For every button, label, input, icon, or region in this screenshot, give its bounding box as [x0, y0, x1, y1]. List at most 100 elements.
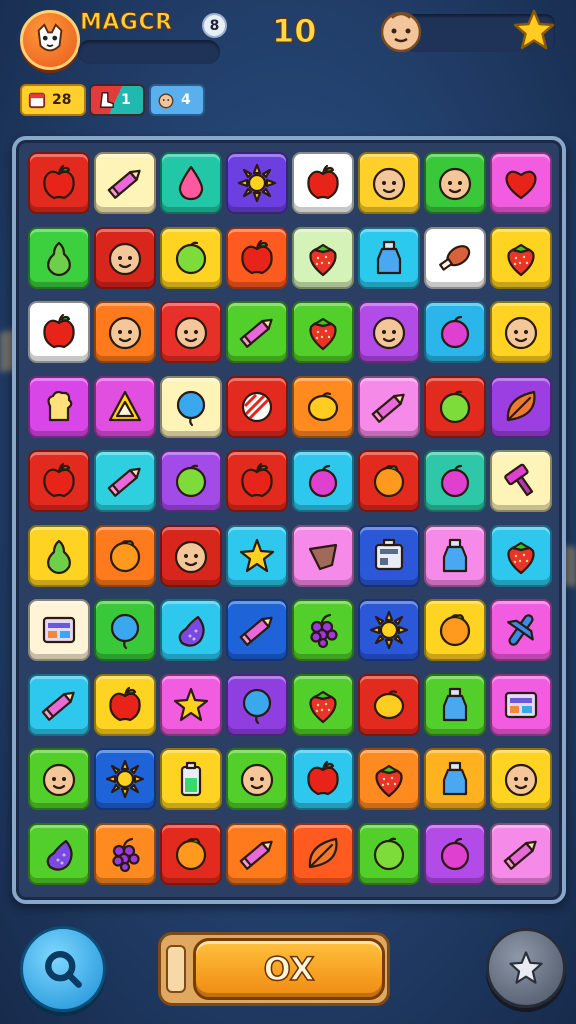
tile-r8-c6[interactable]	[358, 673, 420, 736]
tile-r3-c4[interactable]	[226, 301, 288, 363]
tile-r6-c5[interactable]	[292, 524, 354, 587]
tile-r9-c5[interactable]	[292, 748, 354, 810]
tile-r6-c4[interactable]	[226, 524, 288, 587]
tile-r7-c3[interactable]	[160, 599, 222, 661]
favorite-button[interactable]	[486, 928, 566, 1008]
tile-r10-c4[interactable]	[226, 822, 288, 885]
star-icon[interactable]	[512, 8, 556, 52]
tile-r2-c8[interactable]	[490, 226, 552, 289]
tile-r4-c6[interactable]	[358, 375, 420, 438]
tile-r10-c2[interactable]	[94, 822, 156, 885]
tile-r10-c1[interactable]	[28, 822, 90, 885]
tile-r4-c2[interactable]	[94, 375, 156, 438]
tile-r7-c2[interactable]	[94, 599, 156, 661]
tile-r9-c4[interactable]	[226, 748, 288, 810]
hint-button[interactable]	[20, 926, 106, 1012]
tile-r6-c8[interactable]	[490, 524, 552, 587]
confirm-side-tab[interactable]	[166, 945, 186, 993]
tile-r6-c2[interactable]	[94, 524, 156, 587]
tile-r9-c7[interactable]	[424, 748, 486, 810]
tile-r4-c4[interactable]	[226, 375, 288, 438]
tile-r8-c8[interactable]	[490, 673, 552, 736]
tile-r7-c6[interactable]	[358, 599, 420, 661]
baby-face-icon[interactable]	[378, 8, 424, 54]
profile-avatar-button[interactable]	[20, 10, 80, 70]
tile-r9-c2[interactable]	[94, 748, 156, 810]
tile-r5-c8[interactable]	[490, 450, 552, 512]
tile-r2-c5[interactable]	[292, 226, 354, 289]
notification-badge[interactable]: 8	[202, 13, 227, 38]
orange-icon	[373, 465, 405, 498]
eggplant-icon	[178, 615, 205, 647]
tile-r8-c7[interactable]	[424, 673, 486, 736]
tile-r4-c8[interactable]	[490, 375, 552, 438]
tile-r9-c6[interactable]	[358, 748, 420, 810]
tile-r1-c8[interactable]	[490, 152, 552, 214]
tile-r3-c8[interactable]	[490, 301, 552, 363]
tile-r1-c3[interactable]	[160, 152, 222, 214]
tile-r9-c1[interactable]	[28, 748, 90, 810]
tile-r6-c3[interactable]	[160, 524, 222, 587]
tile-r1-c7[interactable]	[424, 152, 486, 214]
tile-r5-c1[interactable]	[28, 450, 90, 512]
stat-pill-baby[interactable]: 4	[149, 84, 205, 116]
tile-r4-c5[interactable]	[292, 375, 354, 438]
tile-r4-c3[interactable]	[160, 375, 222, 438]
tile-r2-c6[interactable]	[358, 226, 420, 289]
tile-r8-c3[interactable]	[160, 673, 222, 736]
confirm-button[interactable]: OX	[193, 938, 385, 1000]
plum-icon	[440, 315, 470, 349]
tile-r10-c7[interactable]	[424, 822, 486, 885]
tile-r3-c7[interactable]	[424, 301, 486, 363]
tile-r4-c1[interactable]	[28, 375, 90, 438]
tile-r10-c5[interactable]	[292, 822, 354, 885]
tile-r6-c6[interactable]	[358, 524, 420, 587]
tile-r1-c2[interactable]	[94, 152, 156, 214]
tile-r1-c5[interactable]	[292, 152, 354, 214]
strawberry-icon	[309, 690, 337, 723]
tile-r6-c7[interactable]	[424, 524, 486, 587]
tile-r10-c8[interactable]	[490, 822, 552, 885]
tile-r2-c4[interactable]	[226, 226, 288, 289]
tile-r5-c6[interactable]	[358, 450, 420, 512]
tile-r2-c3[interactable]	[160, 226, 222, 289]
tile-r3-c5[interactable]	[292, 301, 354, 363]
tile-r4-c7[interactable]	[424, 375, 486, 438]
tile-r8-c2[interactable]	[94, 673, 156, 736]
tile-r2-c1[interactable]	[28, 226, 90, 289]
stat-pill-boot[interactable]: 1	[89, 84, 145, 116]
tile-r6-c1[interactable]	[28, 524, 90, 587]
face-icon	[174, 316, 208, 350]
tile-r1-c1[interactable]	[28, 152, 90, 214]
tile-r3-c6[interactable]	[358, 301, 420, 363]
tile-r3-c3[interactable]	[160, 301, 222, 363]
tile-r7-c7[interactable]	[424, 599, 486, 661]
tile-r10-c3[interactable]	[160, 822, 222, 885]
tile-r5-c4[interactable]	[226, 450, 288, 512]
tile-r3-c2[interactable]	[94, 301, 156, 363]
tile-r7-c1[interactable]	[28, 599, 90, 661]
tile-r2-c2[interactable]	[94, 226, 156, 289]
tile-r9-c8[interactable]	[490, 748, 552, 810]
tile-r5-c2[interactable]	[94, 450, 156, 512]
tile-r5-c5[interactable]	[292, 450, 354, 512]
tile-r8-c1[interactable]	[28, 673, 90, 736]
tile-r7-c5[interactable]	[292, 599, 354, 661]
tile-r9-c3[interactable]	[160, 748, 222, 810]
tile-r3-c1[interactable]	[28, 301, 90, 363]
tile-r5-c7[interactable]	[424, 450, 486, 512]
tile-r5-c3[interactable]	[160, 450, 222, 512]
tile-r10-c6[interactable]	[358, 822, 420, 885]
tile-r1-c4[interactable]	[226, 152, 288, 214]
tile-r8-c5[interactable]	[292, 673, 354, 736]
apple-icon	[109, 686, 141, 721]
bottle-icon	[442, 538, 468, 572]
pencil-icon	[107, 169, 141, 199]
tile-r7-c8[interactable]	[490, 599, 552, 661]
tile-r8-c4[interactable]	[226, 673, 288, 736]
tile-r1-c6[interactable]	[358, 152, 420, 214]
tile-r7-c4[interactable]	[226, 599, 288, 661]
tile-r2-c7[interactable]	[424, 226, 486, 289]
stat-pill-calendar[interactable]: 28	[20, 84, 86, 116]
player-progress-bar	[78, 40, 220, 64]
